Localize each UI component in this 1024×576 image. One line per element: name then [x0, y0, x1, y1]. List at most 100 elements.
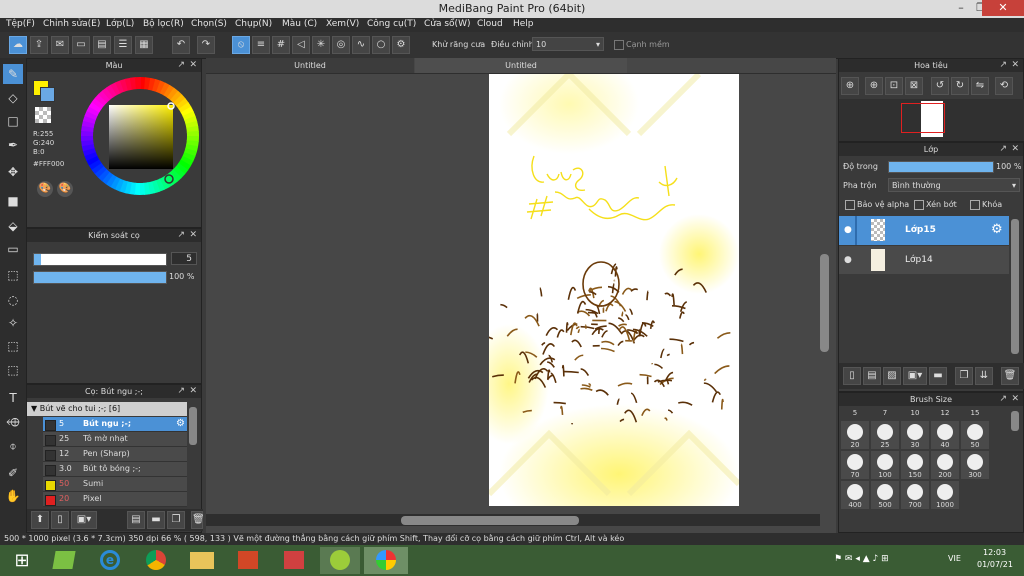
tab-untitled-2[interactable]: Untitled: [415, 58, 627, 73]
fit-icon[interactable]: ⊡: [885, 77, 903, 95]
brush-size-value[interactable]: 5: [171, 252, 197, 265]
chrome-icon[interactable]: [136, 547, 176, 574]
actual-size-icon[interactable]: ⊠: [905, 77, 923, 95]
palette-icon[interactable]: 🎨: [37, 181, 53, 197]
brush-list-scrollbar[interactable]: [189, 407, 197, 445]
brush-list-item[interactable]: 25 Tô mờ nhạt: [43, 432, 187, 447]
reset-icon[interactable]: ⟲: [995, 77, 1013, 95]
brush-group-row[interactable]: ▼ Bút vẽ cho tui ;-; [6]: [27, 402, 187, 416]
brush-size-cell[interactable]: 150: [901, 451, 929, 479]
cloud-icon[interactable]: ☁: [9, 36, 27, 54]
popout-icon[interactable]: ↗: [999, 143, 1007, 156]
rotate-left-icon[interactable]: ↺: [931, 77, 949, 95]
canvas-horizontal-scrollbar[interactable]: [401, 516, 579, 525]
new-8bit-layer-icon[interactable]: ▨: [883, 367, 901, 385]
menu-window[interactable]: Cửa sổ(W): [424, 19, 470, 29]
rotate-right-icon[interactable]: ↻: [951, 77, 969, 95]
snap-soft-checkbox[interactable]: [614, 40, 624, 50]
move-tool-icon[interactable]: ✥: [3, 162, 23, 182]
menu-select[interactable]: Chọn(S): [191, 19, 227, 29]
brush-new-icon[interactable]: ▯: [51, 511, 69, 529]
trash-icon[interactable]: 🗑: [1001, 367, 1019, 385]
drawing-canvas[interactable]: [489, 74, 739, 506]
brush-list-item[interactable]: 20 Pixel: [43, 492, 187, 507]
pen-tool-icon[interactable]: ✒: [3, 135, 23, 155]
select-eraser-tool-icon[interactable]: ⬚: [3, 360, 23, 380]
zoom-in-2-icon[interactable]: ⊕: [865, 77, 883, 95]
layer-opacity-slider[interactable]: [888, 161, 994, 173]
eye-icon[interactable]: ●: [844, 225, 852, 235]
menu-cloud[interactable]: Cloud: [477, 19, 503, 29]
protect-alpha-checkbox[interactable]: [845, 200, 855, 210]
navigator-viewport[interactable]: [901, 103, 945, 133]
add-layer-menu-icon[interactable]: ▣▾: [903, 367, 927, 385]
brush-size-cell[interactable]: 500: [871, 481, 899, 509]
settings-snap-icon[interactable]: ⚙: [392, 36, 410, 54]
eraser-tool-icon[interactable]: ◇: [3, 88, 23, 108]
select-pen-tool-icon[interactable]: ⬚: [3, 336, 23, 356]
brush-list-item[interactable]: 5 Bút ngu ;-; ⚙: [43, 417, 187, 432]
transparent-color-swatch[interactable]: [35, 107, 51, 123]
brush-list-item[interactable]: 12 Pen (Sharp): [43, 447, 187, 462]
gear-icon[interactable]: ⚙: [176, 417, 185, 431]
close-icon[interactable]: ✕: [189, 229, 197, 242]
lasso-tool-icon[interactable]: ◌: [3, 290, 23, 310]
layer-list-scrollbar[interactable]: [1011, 219, 1019, 354]
brush-size-cell[interactable]: 100: [871, 451, 899, 479]
ellipse-snap-icon[interactable]: ○: [372, 36, 390, 54]
navigator-preview[interactable]: [839, 99, 1024, 141]
eyedropper-tool-icon[interactable]: ✐: [3, 463, 23, 483]
menu-file[interactable]: Tệp(F): [6, 19, 35, 29]
brush-size-cell[interactable]: 200: [931, 451, 959, 479]
brush-list-item[interactable]: 3.0 Bút tô bóng ;-;: [43, 462, 187, 477]
menu-layer[interactable]: Lớp(L): [106, 19, 134, 29]
medibang-taskbar-icon[interactable]: [364, 547, 408, 574]
chat-icon[interactable]: ▭: [72, 36, 90, 54]
tray-icons[interactable]: ⚑ ✉ ◂ ▲ ♪ ⊞: [834, 554, 889, 564]
cross-snap-icon[interactable]: #: [272, 36, 290, 54]
correction-select[interactable]: 10 ▾: [532, 37, 604, 51]
text-tool-icon[interactable]: T: [3, 388, 23, 408]
parallel-snap-icon[interactable]: ≡: [252, 36, 270, 54]
menu-tools[interactable]: Công cụ(T): [367, 19, 416, 29]
fill-rect-tool-icon[interactable]: ■: [3, 191, 23, 211]
canvas-vertical-scrollbar[interactable]: [820, 254, 829, 352]
green-app-icon[interactable]: [320, 547, 360, 574]
eye-icon[interactable]: ●: [844, 255, 852, 265]
close-icon[interactable]: ✕: [1011, 143, 1019, 156]
magic-wand-tool-icon[interactable]: ✧: [3, 313, 23, 333]
close-icon[interactable]: ✕: [1011, 59, 1019, 72]
language-indicator[interactable]: VIE: [948, 554, 961, 563]
menu-color[interactable]: Màu (C): [282, 19, 317, 29]
brush-size-cell[interactable]: 70: [841, 451, 869, 479]
new-layer-icon[interactable]: ▯: [843, 367, 861, 385]
windows-start-icon[interactable]: ⊞: [2, 547, 42, 574]
page-icon[interactable]: ▤: [93, 36, 111, 54]
popout-icon[interactable]: ↗: [999, 59, 1007, 72]
clock-date[interactable]: 01/07/21: [977, 560, 1013, 569]
popout-icon[interactable]: ↗: [999, 393, 1007, 406]
brush-size-cell[interactable]: 300: [961, 451, 989, 479]
trash-icon[interactable]: 🗑: [191, 511, 205, 529]
merge-layer-icon[interactable]: ⇊: [975, 367, 993, 385]
radial-snap-icon[interactable]: ✳: [312, 36, 330, 54]
brush-copy-icon[interactable]: ▤: [127, 511, 145, 529]
brush-size-cell[interactable]: 25: [871, 421, 899, 449]
dropper-tool-icon[interactable]: ⌽: [3, 436, 23, 456]
flip-icon[interactable]: ⇋: [971, 77, 989, 95]
redo-icon[interactable]: ↷: [197, 36, 215, 54]
new-halftone-layer-icon[interactable]: ▤: [863, 367, 881, 385]
vanish-snap-icon[interactable]: ◁: [292, 36, 310, 54]
menu-help[interactable]: Help: [513, 19, 534, 29]
operation-tool-icon[interactable]: ⬲: [3, 412, 23, 432]
brush-size-scrollbar[interactable]: [1011, 411, 1019, 431]
brush-tool-icon[interactable]: ✎: [3, 64, 23, 84]
circle-snap-icon[interactable]: ◎: [332, 36, 350, 54]
ie-icon[interactable]: e: [90, 547, 130, 574]
tab-untitled-1[interactable]: Untitled: [206, 58, 414, 73]
list-icon[interactable]: ☰: [114, 36, 132, 54]
menu-filter[interactable]: Bộ lọc(R): [143, 19, 184, 29]
brush-opacity-slider[interactable]: [33, 271, 167, 284]
close-icon[interactable]: ✕: [189, 385, 197, 398]
artwork[interactable]: [489, 74, 739, 506]
